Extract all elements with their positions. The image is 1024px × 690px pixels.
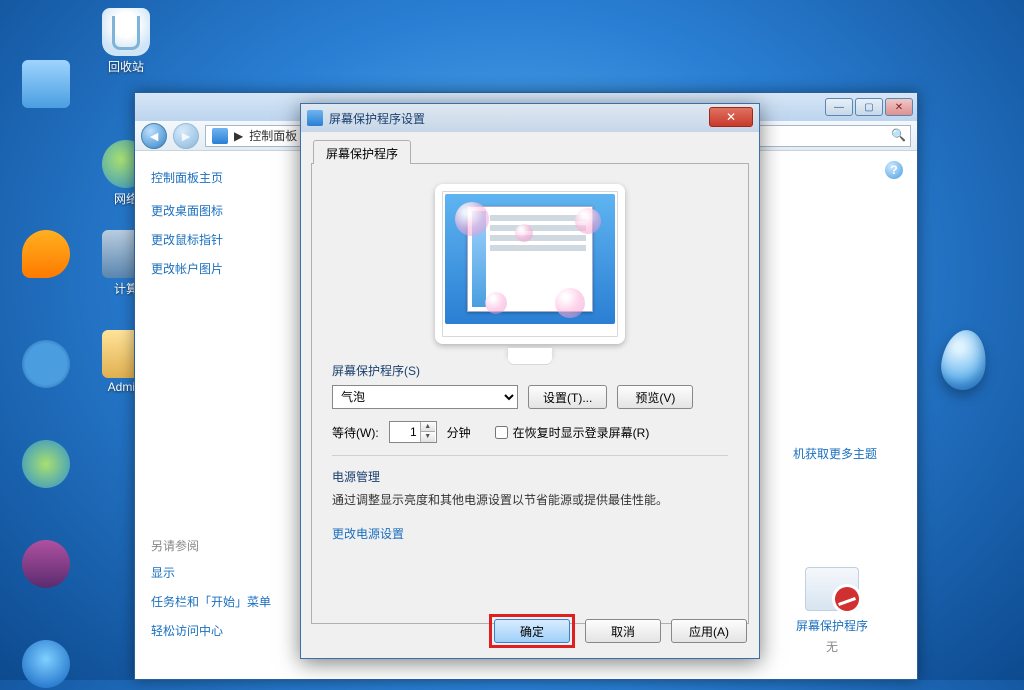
- ok-button-highlight: 确定: [489, 614, 575, 648]
- dialog-button-row: 确定 取消 应用(A): [489, 614, 747, 648]
- app-icon: [22, 340, 70, 388]
- screensaver-tile-value: 无: [787, 638, 877, 655]
- sidebar-link-account-picture[interactable]: 更改帐户图片: [151, 260, 289, 277]
- resume-checkbox-label[interactable]: 在恢复时显示登录屏幕(R): [495, 424, 650, 441]
- bubble-icon: [455, 202, 489, 236]
- desktop-icon-a[interactable]: [10, 60, 82, 110]
- dialog-title: 屏幕保护程序设置: [329, 110, 425, 127]
- dialog-close-button[interactable]: ✕: [709, 107, 753, 127]
- sidebar-home-link[interactable]: 控制面板主页: [151, 169, 289, 186]
- sidebar: 控制面板主页 更改桌面图标 更改鼠标指针 更改帐户图片 另请参阅 显示 任务栏和…: [135, 151, 305, 679]
- nav-back-button[interactable]: ◄: [141, 123, 167, 149]
- wait-unit-label: 分钟: [447, 424, 471, 441]
- app-icon: [22, 60, 70, 108]
- desktop-icon-b[interactable]: [10, 230, 82, 280]
- power-group-label: 电源管理: [332, 468, 728, 485]
- spin-down-button[interactable]: ▼: [421, 432, 435, 442]
- resume-checkbox[interactable]: [495, 426, 508, 439]
- bubble-icon: [575, 208, 601, 234]
- sidebar-link-mouse-pointer[interactable]: 更改鼠标指针: [151, 231, 289, 248]
- screensaver-none-icon: [805, 567, 859, 611]
- bubble-icon: [485, 292, 507, 314]
- tab-screensaver[interactable]: 屏幕保护程序: [313, 140, 411, 165]
- app-icon: [22, 230, 70, 278]
- sidebar-link-taskbar[interactable]: 任务栏和「开始」菜单: [151, 593, 289, 610]
- bubble-icon: [515, 224, 533, 242]
- desktop-icon-e[interactable]: [10, 540, 82, 590]
- tab-page: 屏幕保护程序(S) 气泡 设置(T)... 预览(V) 等待(W): ▲ ▼ 分…: [311, 164, 749, 624]
- sidebar-see-also-label: 另请参阅: [151, 537, 289, 554]
- nav-forward-button[interactable]: ►: [173, 123, 199, 149]
- minimize-button[interactable]: —: [825, 98, 853, 116]
- app-icon: [22, 540, 70, 588]
- preview-screen: [445, 194, 615, 324]
- cancel-button[interactable]: 取消: [585, 619, 661, 643]
- control-panel-icon: [212, 128, 228, 144]
- apply-button[interactable]: 应用(A): [671, 619, 747, 643]
- screensaver-group-label: 屏幕保护程序(S): [332, 362, 728, 379]
- screensaver-preview-monitor: [435, 184, 625, 344]
- bubble-icon: [555, 288, 585, 318]
- breadcrumb-item[interactable]: 控制面板: [249, 127, 297, 144]
- water-drop-decoration: [938, 327, 990, 393]
- screensaver-tile-label[interactable]: 屏幕保护程序: [787, 617, 877, 634]
- sidebar-link-display[interactable]: 显示: [151, 564, 289, 581]
- maximize-button[interactable]: ▢: [855, 98, 883, 116]
- desktop-icon-recycle-bin[interactable]: 回收站: [90, 8, 162, 75]
- screensaver-settings-dialog: 屏幕保护程序设置 ✕ 屏幕保护程序 屏幕保护程序(S) 气泡: [300, 103, 760, 659]
- sidebar-link-desktop-icons[interactable]: 更改桌面图标: [151, 202, 289, 219]
- help-icon[interactable]: ?: [885, 161, 903, 179]
- preview-button[interactable]: 预览(V): [617, 385, 693, 409]
- change-power-settings-link[interactable]: 更改电源设置: [332, 527, 404, 541]
- spin-up-button[interactable]: ▲: [421, 422, 435, 432]
- desktop-icon-d[interactable]: [10, 440, 82, 490]
- wait-input[interactable]: [390, 425, 420, 439]
- desktop-icon-ie[interactable]: [10, 640, 82, 690]
- resume-checkbox-text: 在恢复时显示登录屏幕(R): [513, 424, 650, 441]
- divider: [332, 455, 728, 456]
- app-icon: [22, 440, 70, 488]
- wait-label: 等待(W):: [332, 424, 379, 441]
- ie-icon: [22, 640, 70, 688]
- screensaver-tile[interactable]: 屏幕保护程序 无: [787, 567, 877, 655]
- desktop-icon-c[interactable]: [10, 340, 82, 390]
- get-more-themes-link[interactable]: 机获取更多主题: [767, 445, 877, 462]
- recycle-bin-icon: [102, 8, 150, 56]
- sidebar-link-ease-of-access[interactable]: 轻松访问中心: [151, 622, 289, 639]
- ok-button[interactable]: 确定: [494, 619, 570, 643]
- dialog-titlebar[interactable]: 屏幕保护程序设置 ✕: [301, 104, 759, 132]
- dialog-icon: [307, 110, 323, 126]
- wait-spinner[interactable]: ▲ ▼: [389, 421, 437, 443]
- screensaver-select[interactable]: 气泡: [332, 385, 518, 409]
- close-button[interactable]: ✕: [885, 98, 913, 116]
- tab-strip: 屏幕保护程序: [311, 138, 749, 164]
- power-description: 通过调整显示亮度和其他电源设置以节省能源或提供最佳性能。: [332, 491, 728, 509]
- icon-label: 回收站: [90, 58, 162, 75]
- breadcrumb-sep: ▶: [234, 129, 243, 143]
- settings-button[interactable]: 设置(T)...: [528, 385, 607, 409]
